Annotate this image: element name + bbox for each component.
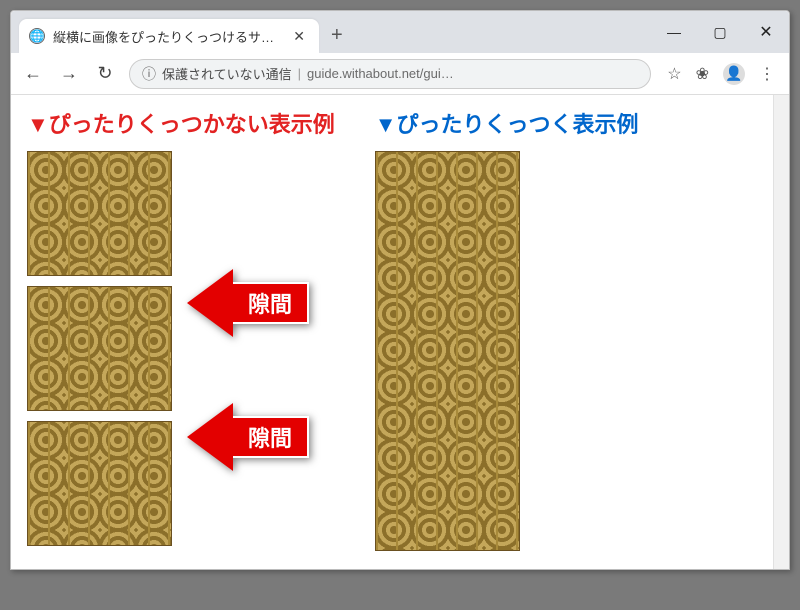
gap-arrow-annotation: 隙間 (187, 269, 309, 337)
pattern-image (27, 151, 172, 276)
close-button[interactable]: ✕ (743, 14, 789, 50)
arrow-left-icon (187, 269, 233, 337)
back-button[interactable]: ← (21, 63, 45, 84)
minimize-button[interactable]: — (651, 14, 697, 50)
page-viewport: ▼ぴったりくっつかない表示例 隙間 隙間 ▼ぴったりくっつく表示例 (11, 95, 789, 569)
browser-window: 🌐 縦横に画像をぴったりくっつけるサンプ ✕ + — ▢ ✕ ← → ↻ ⓘ 保… (10, 10, 790, 570)
arrow-left-icon (187, 403, 233, 471)
maximize-button[interactable]: ▢ (697, 14, 743, 50)
new-tab-button[interactable]: + (319, 24, 355, 53)
bookmark-star-icon[interactable]: ☆ (667, 64, 681, 84)
browser-tab[interactable]: 🌐 縦横に画像をぴったりくっつけるサンプ ✕ (19, 19, 319, 53)
gap-label: 隙間 (233, 416, 309, 458)
url-text: guide.withabout.net/gui… (307, 66, 454, 81)
left-heading: ▼ぴったりくっつかない表示例 (27, 107, 335, 139)
left-column: ▼ぴったりくっつかない表示例 隙間 隙間 (27, 107, 335, 557)
pattern-image-joined (375, 151, 520, 551)
tab-bar: 🌐 縦横に画像をぴったりくっつけるサンプ ✕ + — ▢ ✕ (11, 11, 789, 53)
extension-icon[interactable]: ❀ (696, 64, 709, 84)
gap-arrow-annotation: 隙間 (187, 403, 309, 471)
tab-title: 縦横に画像をぴったりくっつけるサンプ (53, 27, 281, 46)
pattern-image (27, 421, 172, 546)
reload-button[interactable]: ↻ (93, 63, 117, 84)
menu-button[interactable]: ⋮ (759, 64, 775, 84)
toolbar-right: ☆ ❀ 👤 ⋮ (663, 63, 779, 85)
site-info-icon[interactable]: ⓘ (142, 64, 156, 84)
address-divider: | (298, 66, 301, 81)
window-controls: — ▢ ✕ (651, 11, 789, 53)
right-column: ▼ぴったりくっつく表示例 (375, 107, 639, 557)
globe-icon: 🌐 (29, 28, 45, 44)
gap-label: 隙間 (233, 282, 309, 324)
right-heading: ▼ぴったりくっつく表示例 (375, 107, 639, 139)
pattern-image (27, 286, 172, 411)
security-status: 保護されていない通信 (162, 64, 292, 83)
address-field[interactable]: ⓘ 保護されていない通信 | guide.withabout.net/gui… (129, 59, 651, 89)
scrollbar[interactable] (773, 95, 789, 569)
page-content: ▼ぴったりくっつかない表示例 隙間 隙間 ▼ぴったりくっつく表示例 (11, 95, 773, 569)
address-bar: ← → ↻ ⓘ 保護されていない通信 | guide.withabout.net… (11, 53, 789, 95)
tab-close-button[interactable]: ✕ (289, 28, 309, 45)
profile-avatar[interactable]: 👤 (723, 63, 745, 85)
forward-button[interactable]: → (57, 63, 81, 84)
